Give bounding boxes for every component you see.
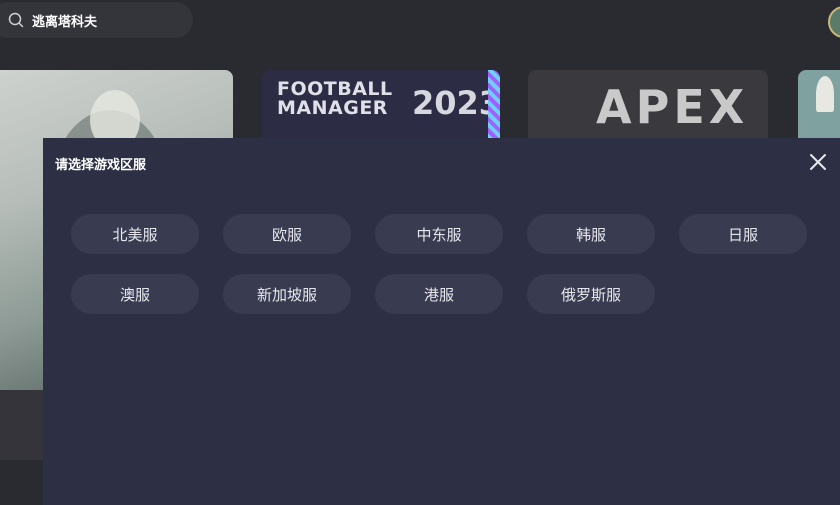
apex-logo-text: APEX (596, 80, 749, 134)
server-button-north-america[interactable]: 北美服 (71, 214, 199, 254)
avatar[interactable] (828, 6, 840, 38)
server-button-hong-kong[interactable]: 港服 (375, 274, 503, 314)
server-button-japan[interactable]: 日服 (679, 214, 807, 254)
server-select-modal: 请选择游戏区服 北美服 欧服 中东服 韩服 日服 澳服 新加坡服 港服 俄罗斯服 (43, 138, 840, 505)
server-button-middle-east[interactable]: 中东服 (375, 214, 503, 254)
server-button-singapore[interactable]: 新加坡服 (223, 274, 351, 314)
search-icon (8, 12, 24, 28)
server-button-australia[interactable]: 澳服 (71, 274, 199, 314)
fm-logo-text: FOOTBALL MANAGER (277, 80, 393, 118)
fm-title-line2: MANAGER (277, 97, 388, 119)
fm-year: 2023 (412, 84, 500, 122)
server-button-russia[interactable]: 俄罗斯服 (527, 274, 655, 314)
modal-title: 请选择游戏区服 (55, 158, 147, 173)
server-button-korea[interactable]: 韩服 (527, 214, 655, 254)
server-button-europe[interactable]: 欧服 (223, 214, 351, 254)
app-page: 逃离塔科夫 FOOTBALL MANAGER 2023 APEX 请选择游戏区服… (0, 0, 840, 505)
close-icon[interactable] (808, 152, 828, 172)
card-artwork (816, 76, 834, 112)
search-input[interactable]: 逃离塔科夫 (32, 11, 97, 30)
search-bar[interactable]: 逃离塔科夫 (0, 2, 193, 38)
